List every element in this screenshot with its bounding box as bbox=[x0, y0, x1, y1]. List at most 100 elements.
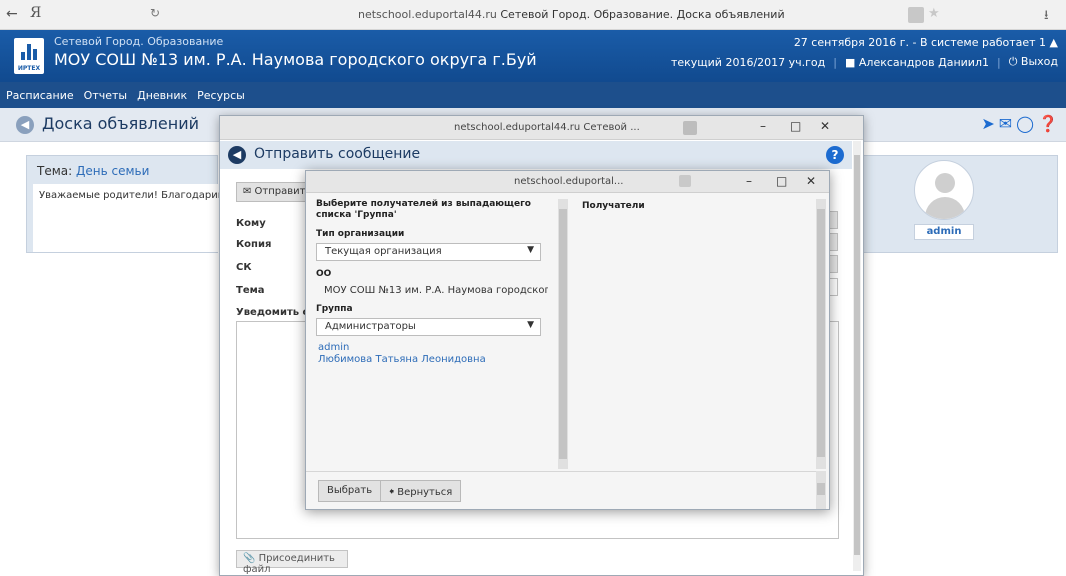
announcement-body: Уважаемые родители! Благодарим Вас bbox=[33, 184, 219, 252]
school-title: МОУ СОШ №13 им. Р.А. Наумова городского … bbox=[54, 50, 537, 69]
divider: | bbox=[997, 55, 1001, 69]
dialog-header: ◀ Отправить сообщение ? bbox=[220, 141, 852, 169]
org-type-select[interactable]: Текущая организация ▼ bbox=[316, 243, 541, 261]
copy-label: Копия bbox=[236, 239, 272, 250]
address-bar[interactable]: netschool.eduportal44.ru Сетевой Город. … bbox=[358, 8, 785, 21]
org-type-value: Текущая организация bbox=[325, 246, 442, 257]
dialog-scrollbar[interactable] bbox=[853, 141, 861, 571]
help-icon[interactable]: ? bbox=[826, 146, 844, 164]
page-actions: ➤ ✉ ◯ ❓ bbox=[981, 114, 1058, 133]
megaphone-icon[interactable]: ➤ bbox=[981, 114, 994, 133]
author-name[interactable]: admin bbox=[914, 224, 974, 240]
instruction-text: Выберите получателей из выпадающего спис… bbox=[316, 199, 531, 220]
left-scrollbar[interactable] bbox=[558, 199, 568, 469]
chat-icon[interactable]: ◯ bbox=[1016, 114, 1034, 133]
site-icon bbox=[683, 121, 697, 135]
back-arrow-icon[interactable]: ◀ bbox=[228, 146, 246, 164]
nav-item-diary[interactable]: Дневник bbox=[137, 89, 187, 102]
browser-toolbar: ← Я ↻ netschool.eduportal44.ru Сетевой Г… bbox=[0, 0, 1066, 30]
nav-item-reports[interactable]: Отчеты bbox=[84, 89, 127, 102]
date-text: 27 сентября 2016 г. - В системе работает… bbox=[793, 36, 1047, 49]
return-button[interactable]: 🠸 Вернуться bbox=[380, 480, 462, 502]
announcement-topic: Тема: День семьи bbox=[37, 164, 149, 178]
url-host: netschool.eduportal44.ru bbox=[358, 8, 497, 21]
footer-scrollbar[interactable] bbox=[816, 471, 826, 509]
avatar-shoulders-icon bbox=[925, 197, 965, 219]
scroll-thumb[interactable] bbox=[817, 209, 825, 457]
arrow-left-icon: 🠸 bbox=[389, 487, 395, 498]
dropdown-caret-icon: ▼ bbox=[527, 245, 534, 255]
dialog-footer: Выбрать 🠸 Вернуться bbox=[306, 471, 816, 509]
scroll-thumb[interactable] bbox=[817, 483, 825, 495]
logo-text: ИРТЕХ bbox=[17, 65, 41, 72]
window-titlebar[interactable]: netschool.eduportal44.ru Сетевой ... – □… bbox=[220, 116, 863, 140]
scroll-thumb[interactable] bbox=[854, 155, 860, 555]
window-title: netschool.eduportal... bbox=[514, 176, 624, 187]
nav-item-schedule[interactable]: Расписание bbox=[6, 89, 74, 102]
bookmark-star-icon[interactable]: ★ bbox=[928, 6, 940, 21]
yandex-logo-icon[interactable]: Я bbox=[30, 5, 41, 21]
school-year[interactable]: текущий 2016/2017 уч.год bbox=[671, 56, 825, 69]
nav-item-resources[interactable]: Ресурсы bbox=[197, 89, 245, 102]
url-title: Сетевой Город. Образование. Доска объявл… bbox=[500, 8, 785, 21]
user-icon: ■ bbox=[844, 55, 856, 69]
minimize-icon[interactable]: – bbox=[760, 119, 766, 133]
minimize-icon[interactable]: – bbox=[746, 174, 752, 188]
send-button[interactable]: ✉ Отправить bbox=[236, 182, 306, 202]
oo-label: ОО bbox=[316, 269, 332, 279]
attach-file-button[interactable]: 📎 Присоединить файл bbox=[236, 550, 348, 575]
help-icon[interactable]: ❓ bbox=[1038, 114, 1058, 133]
select-button[interactable]: Выбрать bbox=[318, 480, 382, 502]
back-arrow-icon[interactable]: ◀ bbox=[16, 116, 34, 134]
mail-icon[interactable]: ✉ bbox=[999, 114, 1012, 133]
logo-bars-icon bbox=[21, 44, 37, 60]
org-type-label: Тип организации bbox=[316, 229, 405, 239]
topic-label: Тема: bbox=[37, 164, 73, 178]
select-recipients-window: netschool.eduportal... – □ ✕ Выберите по… bbox=[305, 170, 830, 510]
user-name: Александров Даниил1 bbox=[858, 55, 989, 69]
reload-icon[interactable]: ↻ bbox=[150, 6, 160, 20]
divider: | bbox=[833, 55, 837, 69]
user-bar: текущий 2016/2017 уч.год | ■ Александров… bbox=[671, 55, 1058, 69]
oo-value: МОУ СОШ №13 им. Р.А. Наумова городского … bbox=[324, 285, 548, 296]
group-value: Администраторы bbox=[325, 321, 416, 332]
close-icon[interactable]: ✕ bbox=[820, 119, 830, 133]
user-link[interactable]: ■ Александров Даниил1 bbox=[845, 56, 989, 69]
download-icon[interactable]: ⭳ bbox=[1044, 6, 1049, 28]
paperclip-icon: 📎 bbox=[243, 553, 256, 564]
window-titlebar[interactable]: netschool.eduportal... – □ ✕ bbox=[306, 171, 829, 193]
user-small-icon: ▲ bbox=[1049, 36, 1058, 49]
recipients-scrollbar[interactable] bbox=[816, 199, 826, 469]
power-icon: ⏻ bbox=[1008, 55, 1018, 68]
site-icon bbox=[679, 175, 691, 187]
main-nav: Расписание Отчеты Дневник Ресурсы bbox=[0, 82, 1066, 108]
bcc-label: СК bbox=[236, 262, 252, 273]
app-logo[interactable]: ИРТЕХ bbox=[14, 38, 44, 74]
logout-label: Выход bbox=[1020, 55, 1058, 68]
avatar-head-icon bbox=[935, 173, 955, 193]
return-label: Вернуться bbox=[397, 487, 453, 498]
to-label: Кому bbox=[236, 218, 266, 229]
maximize-icon[interactable]: □ bbox=[790, 119, 801, 133]
scroll-thumb[interactable] bbox=[559, 209, 567, 459]
group-members-list: admin Любимова Татьяна Леонидовна bbox=[316, 342, 556, 366]
topic-link[interactable]: День семьи bbox=[76, 164, 149, 178]
group-select[interactable]: Администраторы ▼ bbox=[316, 318, 541, 336]
window-title: netschool.eduportal44.ru Сетевой ... bbox=[454, 122, 640, 133]
dropdown-caret-icon: ▼ bbox=[527, 320, 534, 330]
recipients-label: Получатели bbox=[582, 201, 645, 211]
filter-column: Выберите получателей из выпадающего спис… bbox=[316, 199, 556, 459]
list-item[interactable]: admin bbox=[316, 342, 556, 354]
close-icon[interactable]: ✕ bbox=[806, 174, 816, 188]
group-label: Группа bbox=[316, 304, 353, 314]
maximize-icon[interactable]: □ bbox=[776, 174, 787, 188]
subject-label: Тема bbox=[236, 285, 265, 296]
logout-button[interactable]: ⏻ Выход bbox=[1009, 55, 1058, 69]
back-icon[interactable]: ← bbox=[6, 6, 18, 22]
extension-icon[interactable] bbox=[908, 7, 924, 23]
dialog-title: Отправить сообщение bbox=[254, 146, 421, 162]
list-item[interactable]: Любимова Татьяна Леонидовна bbox=[316, 354, 556, 366]
avatar bbox=[914, 160, 974, 220]
date-status: 27 сентября 2016 г. - В системе работает… bbox=[794, 36, 1058, 49]
app-subtitle: Сетевой Город. Образование bbox=[54, 35, 224, 48]
